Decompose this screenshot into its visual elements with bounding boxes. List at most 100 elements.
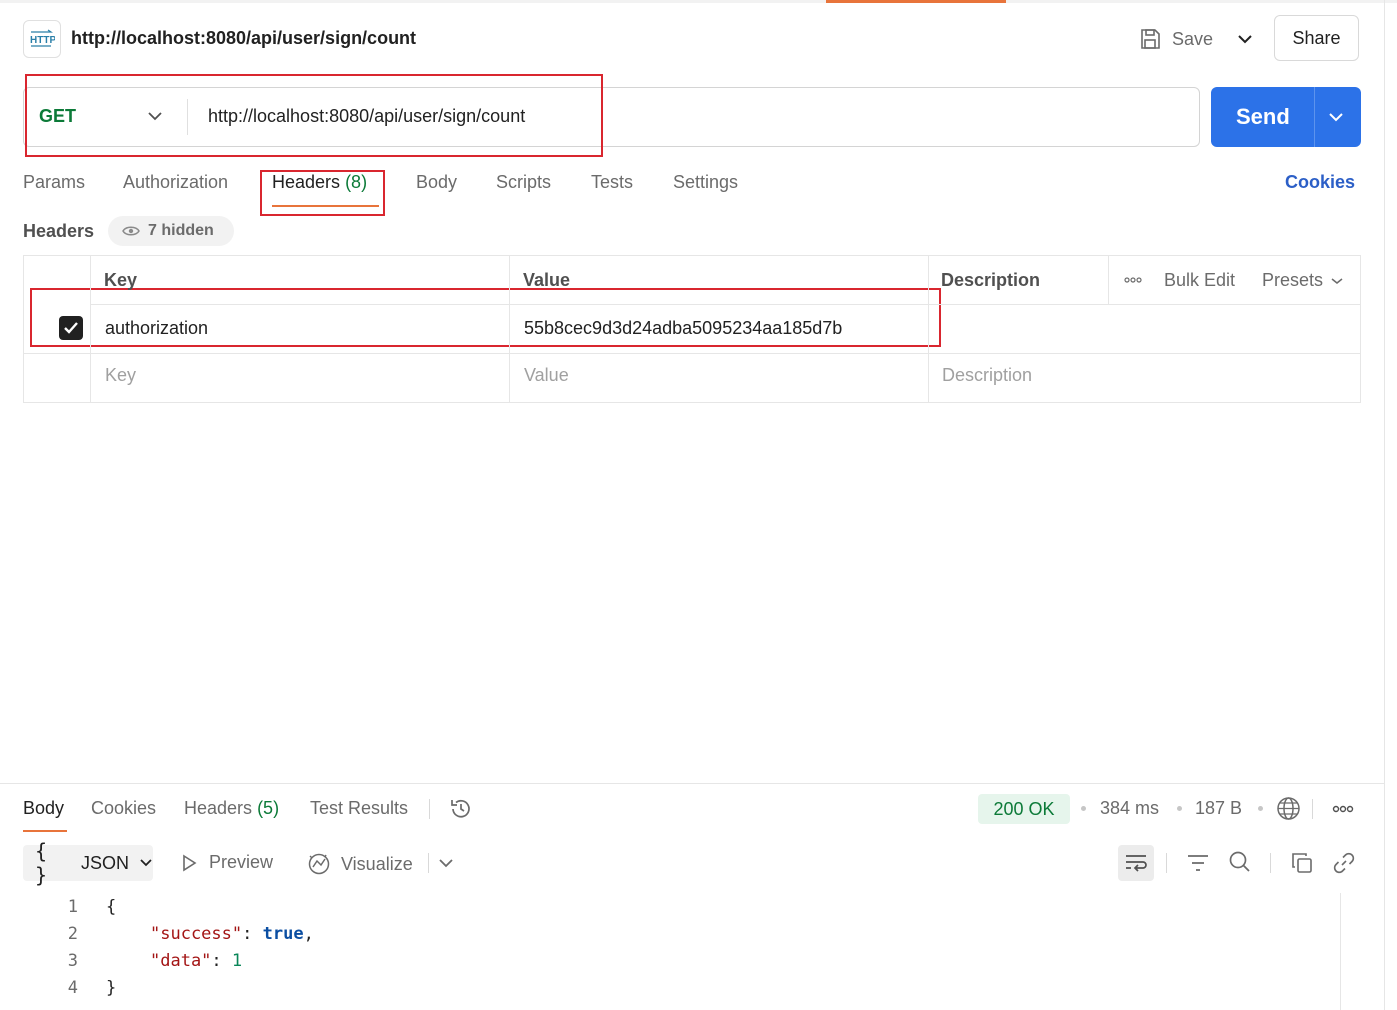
header-key-cell[interactable]: authorization: [105, 318, 208, 339]
table-divider: [91, 304, 1361, 305]
code-line: "success": true,: [150, 924, 314, 944]
panel-right-border: [1384, 0, 1385, 1010]
chevron-down-icon: [140, 859, 152, 867]
wrap-lines-icon: [1126, 855, 1147, 872]
status-badge[interactable]: 200 OK: [978, 794, 1070, 824]
play-icon: [183, 854, 197, 871]
chevron-down-icon[interactable]: [1326, 107, 1346, 127]
code-line: }: [106, 978, 116, 998]
wrap-lines-button[interactable]: [1118, 845, 1154, 881]
new-value-input[interactable]: Value: [524, 365, 569, 386]
line-number: 2: [67, 924, 78, 944]
tab-tests[interactable]: Tests: [591, 172, 633, 193]
top-border: [0, 0, 1397, 3]
format-label: JSON: [81, 852, 130, 873]
new-description-input[interactable]: Description: [942, 365, 1032, 386]
column-divider: [928, 255, 929, 403]
code-line: {: [106, 897, 116, 917]
separator-dot: [1081, 806, 1086, 811]
checkmark-icon: [64, 322, 78, 334]
json-key: "success": [150, 924, 243, 944]
tab-active-underline: [272, 205, 379, 207]
send-label[interactable]: Send: [1236, 104, 1290, 130]
hidden-count-label: 7 hidden: [148, 222, 214, 239]
separator-dot: [1258, 806, 1263, 811]
line-number: 3: [67, 951, 78, 971]
response-time[interactable]: 384 ms: [1100, 798, 1159, 819]
chevron-down-icon: [1238, 35, 1252, 44]
tab-settings[interactable]: Settings: [673, 172, 738, 193]
search-icon: [1229, 851, 1250, 872]
response-tab-headers-count: (5): [257, 798, 280, 818]
save-icon: [1141, 29, 1160, 49]
visualize-icon: [308, 853, 330, 875]
format-select[interactable]: { } JSON: [23, 839, 153, 887]
chevron-down-icon[interactable]: [438, 857, 454, 869]
copy-button[interactable]: [1288, 849, 1316, 877]
presets-dropdown[interactable]: Presets: [1262, 270, 1343, 291]
active-tab-indicator: [826, 0, 1006, 3]
json-key: "data": [150, 951, 212, 971]
json-colon: :: [242, 924, 263, 944]
response-tab-headers[interactable]: Headers (5): [184, 798, 279, 819]
separator-dot: [1177, 806, 1182, 811]
search-button[interactable]: [1226, 848, 1254, 876]
response-tab-body[interactable]: Body: [23, 798, 64, 819]
braces-icon: { }: [35, 839, 48, 887]
http-request-icon: HTTP: [23, 20, 61, 58]
hidden-headers-toggle[interactable]: 7 hidden: [108, 216, 234, 246]
code-line: "data": 1: [150, 951, 242, 971]
code-scroll-edge: [1340, 893, 1341, 1010]
line-number: 4: [67, 978, 78, 998]
more-options-icon[interactable]: [1332, 804, 1354, 814]
tab-scripts[interactable]: Scripts: [496, 172, 551, 193]
preview-button[interactable]: Preview: [179, 852, 273, 873]
tab-separator: [1166, 853, 1167, 873]
link-icon: [1333, 852, 1355, 874]
eye-icon: [122, 226, 140, 236]
globe-icon[interactable]: [1276, 796, 1301, 821]
tab-authorization[interactable]: Authorization: [123, 172, 228, 193]
response-tab-headers-label: Headers: [184, 798, 253, 818]
share-button[interactable]: Share: [1274, 15, 1359, 61]
response-tab-test-results[interactable]: Test Results: [310, 798, 408, 819]
json-value: 1: [231, 951, 243, 971]
annotation-box-url: [25, 74, 603, 157]
json-brace: }: [106, 978, 117, 998]
send-divider: [1314, 87, 1315, 147]
preview-label: Preview: [209, 852, 274, 872]
response-tab-cookies[interactable]: Cookies: [91, 798, 156, 819]
tab-separator: [1270, 853, 1271, 873]
filter-button[interactable]: [1184, 850, 1212, 876]
json-brace: {: [106, 897, 117, 917]
cookies-link[interactable]: Cookies: [1285, 172, 1355, 193]
headers-section-title: Headers: [23, 221, 95, 241]
column-header-key: Key: [104, 270, 138, 290]
tab-body[interactable]: Body: [416, 172, 457, 193]
new-key-input[interactable]: Key: [105, 365, 136, 386]
table-divider: [23, 353, 1361, 354]
bulk-edit-button[interactable]: Bulk Edit: [1164, 270, 1235, 291]
save-button[interactable]: Save: [1138, 22, 1213, 56]
column-divider: [90, 255, 91, 403]
save-label: Save: [1172, 28, 1214, 49]
tab-headers[interactable]: Headers (8): [272, 172, 367, 193]
more-options-icon[interactable]: [1124, 276, 1142, 284]
svg-text:HTTP: HTTP: [30, 35, 55, 46]
tab-params[interactable]: Params: [23, 172, 85, 193]
column-header-value: Value: [523, 270, 571, 290]
history-icon[interactable]: [448, 796, 474, 822]
visualize-button[interactable]: Visualize: [307, 852, 413, 876]
response-size[interactable]: 187 B: [1195, 798, 1242, 819]
line-number: 1: [67, 897, 78, 917]
link-button[interactable]: [1330, 849, 1358, 877]
filter-icon: [1188, 855, 1208, 871]
header-value-cell[interactable]: 55b8cec9d3d24adba5095234aa185d7b: [524, 318, 842, 339]
request-title[interactable]: http://localhost:8080/api/user/sign/coun…: [71, 28, 416, 49]
save-options-button[interactable]: [1232, 24, 1258, 54]
json-value: true: [262, 924, 304, 944]
copy-icon: [1292, 853, 1312, 873]
header-row-checkbox[interactable]: [59, 316, 83, 340]
column-header-description: Description: [941, 270, 1041, 290]
visualize-label: Visualize: [341, 853, 413, 874]
